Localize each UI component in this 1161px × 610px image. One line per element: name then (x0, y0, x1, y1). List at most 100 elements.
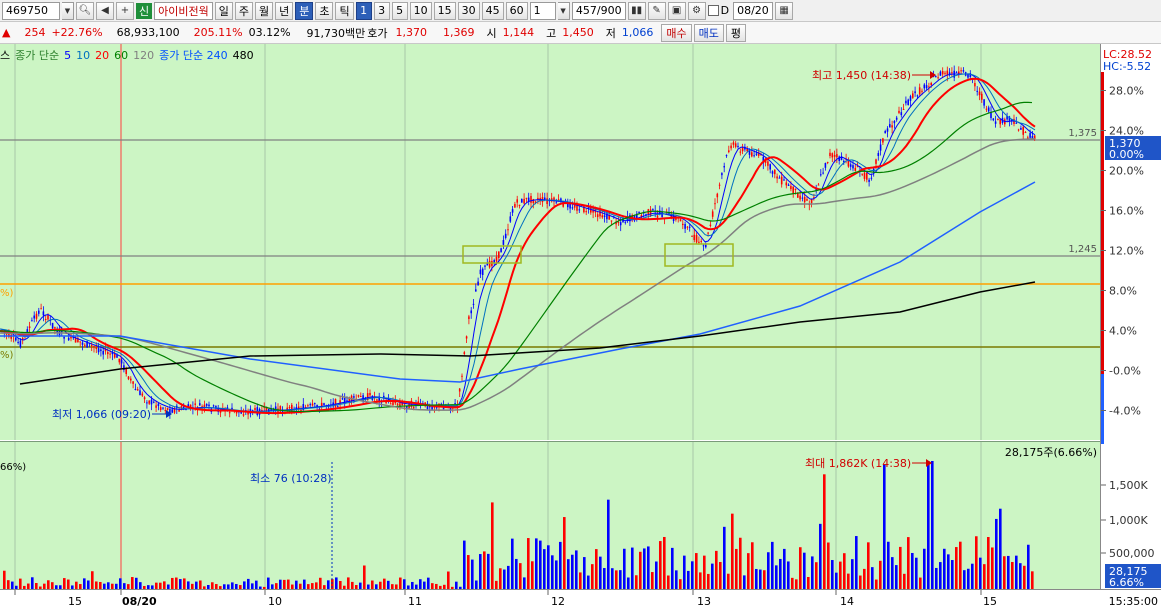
candle-body (369, 392, 371, 396)
candle-body (159, 407, 162, 410)
candle-body (960, 70, 962, 72)
gear-icon[interactable]: ⚙ (687, 1, 706, 20)
candle-body (976, 90, 978, 92)
candle-body (357, 395, 360, 397)
period-tick[interactable]: 틱 (335, 1, 354, 20)
volume-bar (107, 582, 110, 589)
volume-bar (983, 564, 986, 589)
period-second[interactable]: 초 (315, 1, 334, 20)
interval-1[interactable]: 1 (355, 1, 372, 20)
volume-bar (287, 579, 290, 589)
volume-bar (587, 575, 590, 589)
candle-body (948, 72, 951, 75)
candle-body (914, 91, 916, 94)
volume-bar (775, 565, 778, 589)
candle-body (521, 198, 523, 203)
date-axis[interactable]: 15 08/20 10 11 12 13 14 15 15:35:00 (0, 589, 1161, 610)
price-axis[interactable]: LC:28.52 HC:-5.52 28.0% 24.0% 20.0% 16.0% 12.0… (1100, 44, 1161, 589)
volume-bar (887, 541, 890, 589)
stock-name[interactable]: 아이비전웍 (154, 1, 213, 20)
flat-button[interactable]: 평 (725, 23, 747, 42)
volume-bar (759, 569, 762, 589)
candle-body (785, 182, 788, 186)
end-time: 15:35:00 (1109, 595, 1158, 608)
low-annotation-arrowhead (166, 410, 172, 418)
interval-10[interactable]: 10 (409, 1, 432, 20)
stock-code-dropdown[interactable]: ▼ (62, 1, 74, 20)
candle-body (468, 316, 470, 320)
price-chart-panel[interactable]: 최고 1,450 (14:38) 최저 1,066 (09:20)%)%) 1,37… (0, 44, 1100, 440)
volume-bar (919, 577, 922, 589)
volume-bar (523, 577, 526, 589)
candle-body (454, 403, 456, 405)
candle-body (479, 269, 482, 275)
period-year[interactable]: 년 (275, 1, 294, 20)
sell-button[interactable]: 매도 (693, 23, 724, 42)
high-annotation-arrowhead (930, 71, 936, 79)
count-input[interactable]: 457/900 (571, 1, 626, 20)
candle-body (118, 358, 121, 363)
calendar-icon[interactable]: ▦ (775, 1, 794, 20)
interval-15[interactable]: 15 (433, 1, 456, 20)
tools-icon[interactable]: ✎ (647, 1, 666, 20)
low-label: 저 (605, 26, 616, 40)
candle-body (698, 241, 700, 243)
candle-body (461, 375, 463, 377)
interval-45[interactable]: 45 (481, 1, 504, 20)
multiplier-dropdown[interactable]: ▼ (557, 1, 570, 20)
volume-bar (723, 526, 726, 589)
candle-body (753, 155, 755, 157)
buy-button[interactable]: 매수 (661, 23, 692, 42)
volume-bar (91, 571, 94, 589)
candle-body (997, 119, 999, 121)
candle-body (1031, 136, 1034, 139)
period-month[interactable]: 월 (254, 1, 274, 20)
min-volume-annotation: 최소 76 (10:28) (250, 472, 332, 485)
d-checkbox[interactable] (707, 5, 719, 16)
volume-bar (583, 557, 586, 589)
candle-body (783, 179, 785, 181)
date-axis-svg: 15 08/20 10 11 12 13 14 15 15:35:00 (14, 590, 1158, 608)
volume-bar (267, 577, 270, 589)
volume-bar (827, 542, 830, 589)
period-day[interactable]: 일 (214, 1, 233, 20)
candle-body (739, 151, 742, 153)
interval-60[interactable]: 60 (505, 1, 528, 20)
interval-5[interactable]: 5 (391, 1, 408, 20)
volume-bar (931, 461, 934, 589)
credit-badge: 신 (136, 2, 153, 19)
volume-bar (947, 554, 950, 589)
search-icon[interactable]: 🔍︎ (76, 1, 94, 20)
multiplier-input[interactable]: 1 (529, 1, 556, 20)
candle-body (884, 131, 886, 134)
interval-3[interactable]: 3 (373, 1, 390, 20)
volume-bar (755, 568, 758, 589)
candle-body (495, 256, 498, 262)
volume-bar (163, 581, 166, 589)
volume-bar (847, 573, 850, 589)
candle-body (918, 87, 921, 95)
change-value: 254 (24, 26, 46, 39)
stock-code-input[interactable]: 469750 (2, 1, 60, 20)
add-icon[interactable]: + (116, 1, 134, 20)
candle-body (935, 76, 937, 78)
candle-body (944, 72, 946, 74)
volume-bar (455, 581, 458, 589)
candle-body (396, 403, 399, 405)
interval-30[interactable]: 30 (457, 1, 480, 20)
date-label: 15 (68, 595, 82, 608)
bar-chart-icon[interactable]: ▮▮ (627, 1, 646, 20)
candle-body (682, 223, 684, 226)
save-icon[interactable]: ▣ (667, 1, 686, 20)
candle-body (38, 310, 40, 314)
date-label: 08/20 (122, 595, 157, 608)
volume-bar (351, 581, 354, 589)
date-input[interactable]: 08/20 (733, 1, 774, 20)
speaker-icon[interactable]: ◀ (96, 1, 114, 20)
candle-body (801, 197, 804, 199)
volume-bar (707, 573, 710, 589)
candle-body (509, 216, 512, 222)
volume-chart-panel[interactable]: 최대 1,862K (14:38) 최소 76 (10:28) 28,175주(6.… (0, 441, 1100, 589)
period-week[interactable]: 주 (234, 1, 253, 20)
period-minute[interactable]: 분 (295, 1, 314, 20)
